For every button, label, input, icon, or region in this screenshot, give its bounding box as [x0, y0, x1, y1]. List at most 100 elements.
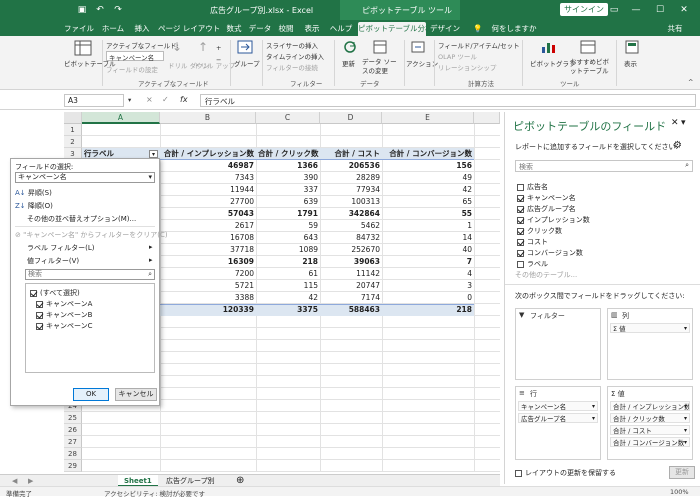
pivot-cell[interactable]: 61 [256, 268, 320, 280]
column-header-d[interactable]: D [320, 112, 382, 124]
pivot-cell[interactable]: 3 [382, 280, 474, 292]
refresh-icon[interactable] [342, 40, 358, 54]
cancel-icon[interactable]: × [146, 95, 153, 104]
row-header-26[interactable]: 26 [64, 424, 82, 436]
ok-button[interactable]: OK [73, 388, 109, 401]
pivot-cell[interactable]: 28289 [320, 172, 382, 184]
pivot-cell[interactable]: 7343 [160, 172, 256, 184]
filter-connections-button[interactable]: フィルターの接続 [266, 62, 318, 72]
pivot-table-icon[interactable] [74, 40, 92, 56]
grand-total-cell[interactable]: 3375 [256, 304, 320, 316]
column-header-e[interactable]: E [382, 112, 474, 124]
pivot-chart-icon[interactable] [540, 40, 556, 54]
grand-total-cell[interactable]: 588463 [320, 304, 382, 316]
columns-area[interactable]: ▥ 列 Σ 値 ▾ [607, 308, 693, 380]
values-chip[interactable]: 合計 / コスト ▾ [610, 425, 690, 435]
show-button[interactable]: 表示 [624, 58, 637, 68]
column-header-b[interactable]: B [160, 112, 256, 124]
insert-slicer-button[interactable]: スライサーの挿入 [266, 40, 318, 50]
pivot-field[interactable]: 広告グループ名 [517, 204, 576, 214]
values-chip[interactable]: 合計 / インプレッション数 ▾ [610, 401, 690, 411]
tab-data[interactable]: データ [248, 22, 272, 36]
values-area[interactable]: Σ 値 合計 / インプレッション数 ▾ 合計 / クリック数 ▾ 合計 / コスト ▾ 合… [607, 386, 693, 460]
sort-desc-item[interactable]: Z↓ 降順(O) [15, 201, 53, 211]
pivot-cell[interactable]: 84732 [320, 232, 382, 244]
pivot-cell[interactable]: 16708 [160, 232, 256, 244]
actions-icon[interactable] [410, 40, 426, 54]
pivot-field[interactable]: 広告名 [517, 182, 548, 192]
redo-icon[interactable]: ↷ [110, 3, 126, 17]
insert-timeline-button[interactable]: タイムラインの挿入 [266, 51, 324, 61]
pivot-cell[interactable]: 7174 [320, 292, 382, 304]
field-settings-button[interactable]: フィールドの設定 [106, 64, 158, 74]
pivot-cell[interactable]: 639 [256, 196, 320, 208]
pivot-cell[interactable]: 16309 [160, 256, 256, 268]
pivot-chart-button[interactable]: ピボットグラフ [530, 58, 576, 68]
pivot-cell[interactable]: 100313 [320, 196, 382, 208]
pivot-cell[interactable]: 39063 [320, 256, 382, 268]
tab-help[interactable]: ヘルプ [328, 22, 354, 36]
pivot-cell[interactable]: 2617 [160, 220, 256, 232]
close-icon[interactable]: ✕ [676, 3, 692, 17]
collapse-icon[interactable]: − [216, 56, 221, 64]
pivot-cell[interactable]: 0 [382, 292, 474, 304]
values-chip[interactable]: 合計 / コンバージョン数 ▾ [610, 437, 690, 447]
field-search-input[interactable]: 検索 ⌕ [515, 160, 693, 172]
rows-chip[interactable]: 広告グループ名 ▾ [518, 413, 598, 423]
ribbon-options-icon[interactable]: ▭ [606, 3, 622, 17]
clear-filter-item[interactable]: ⊘ "キャンペーン名" からフィルターをクリア(C) [15, 230, 168, 240]
update-button[interactable]: 更新 [669, 466, 695, 479]
rows-chip[interactable]: キャンペーン名 ▾ [518, 401, 598, 411]
name-box[interactable]: A3 [64, 94, 124, 107]
pivot-cell[interactable]: 156 [382, 160, 474, 172]
recommended-pivot-button[interactable]: おすすめピボットテーブル [570, 58, 614, 76]
tab-formulas[interactable]: 数式 [222, 22, 246, 36]
select-field-dropdown[interactable]: キャンペーン名 ▾ [15, 172, 155, 183]
tab-file[interactable]: ファイル [62, 22, 96, 36]
pivot-cell[interactable]: 7 [382, 256, 474, 268]
pivot-cell[interactable]: 77934 [320, 184, 382, 196]
gear-icon[interactable]: ⚙ [673, 140, 682, 151]
pivot-cell[interactable]: 206536 [320, 160, 382, 172]
pivot-cell[interactable]: 218 [256, 256, 320, 268]
filter-area[interactable]: ▼ フィルター [515, 308, 601, 380]
tab-insert[interactable]: 挿入 [130, 22, 154, 36]
pivot-cell[interactable]: 4 [382, 268, 474, 280]
tab-view[interactable]: 表示 [300, 22, 324, 36]
pivot-cell[interactable]: 11142 [320, 268, 382, 280]
maximize-icon[interactable]: ☐ [652, 3, 668, 17]
row-header-1[interactable]: 1 [64, 124, 82, 136]
pivot-cell[interactable]: 3388 [160, 292, 256, 304]
drill-up-button[interactable]: ドリル アップ [194, 60, 235, 70]
show-icon[interactable] [624, 40, 640, 54]
row-header-29[interactable]: 29 [64, 460, 82, 472]
recommended-pivot-icon[interactable] [580, 40, 596, 54]
select-all-corner[interactable] [64, 112, 82, 124]
column-header-c[interactable]: C [256, 112, 320, 124]
filter-item[interactable]: キャンペーンB [36, 310, 92, 320]
pivot-field[interactable]: インプレッション数 [517, 215, 590, 225]
row-header-2[interactable]: 2 [64, 136, 82, 148]
share-button[interactable]: 共有 [660, 22, 690, 36]
pivot-cell[interactable]: 337 [256, 184, 320, 196]
pivot-cell[interactable]: 252670 [320, 244, 382, 256]
pivot-cell[interactable]: 59 [256, 220, 320, 232]
row-header-27[interactable]: 27 [64, 436, 82, 448]
enter-icon[interactable]: ✓ [162, 95, 169, 104]
tell-me-input[interactable]: 何をしますか [484, 22, 544, 36]
active-field-input[interactable]: キャンペーン名 [106, 51, 164, 62]
change-source-button[interactable]: データ ソースの変更 [362, 58, 402, 76]
values-chip[interactable]: 合計 / クリック数 ▾ [610, 413, 690, 423]
tab-home[interactable]: ホーム [98, 22, 128, 36]
signin-button[interactable]: サインイン [560, 3, 608, 16]
column-header-f[interactable] [474, 112, 500, 124]
pivot-cell[interactable]: 65 [382, 196, 474, 208]
pivot-field[interactable]: ラベル [517, 259, 548, 269]
pivot-cell[interactable]: 55 [382, 208, 474, 220]
save-icon[interactable]: ▣ [74, 3, 90, 17]
cancel-button[interactable]: キャンセル [115, 388, 157, 401]
pivot-cell[interactable]: 115 [256, 280, 320, 292]
olap-tools-button[interactable]: OLAP ツール [438, 51, 477, 61]
collapse-ribbon-icon[interactable]: ^ [688, 78, 693, 86]
pivot-field[interactable]: コンバージョン数 [517, 248, 583, 258]
